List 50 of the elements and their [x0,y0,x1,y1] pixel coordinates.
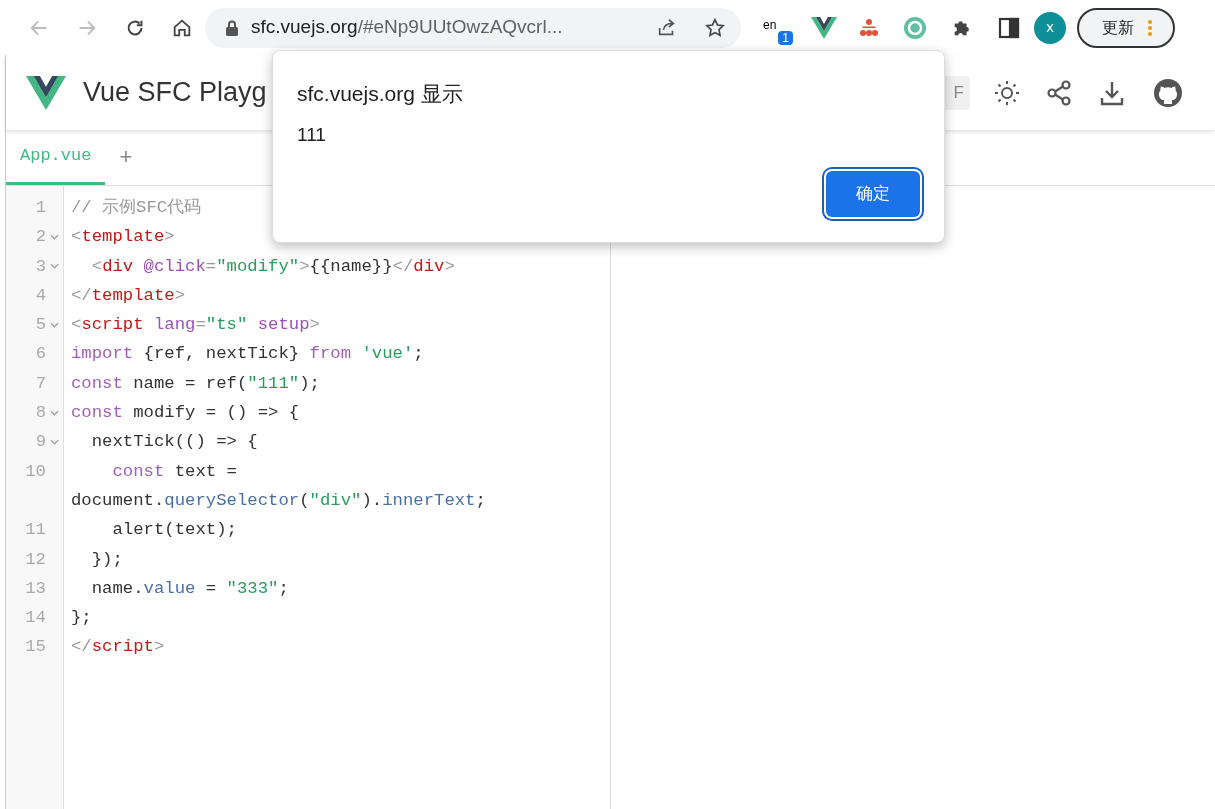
code-line: import {ref, nextTick} from 'vue'; [71,343,424,366]
line-number: 10 [24,460,46,483]
code-line: const modify = () => { [71,402,300,425]
theme-sun-icon[interactable] [994,79,1020,106]
code-line: const text = [111,460,237,483]
code-line: <div @click="modify">{{name}}</div> [90,255,455,278]
code-line: // 示例SFC代码 [71,197,202,219]
code-line: }; [71,607,92,630]
line-number: 14 [24,607,46,630]
vue-logo-icon[interactable] [811,16,837,39]
app-title: Vue SFC Playg [83,76,267,110]
code-line: const name = ref("111"); [71,372,320,395]
network-icon[interactable] [859,17,879,38]
download-icon[interactable] [1100,79,1124,106]
profile-avatar[interactable]: x [1034,11,1066,44]
code-line: </template> [71,284,186,307]
line-number: 2 [34,226,46,249]
code-line: <script lang="ts" setup> [71,314,320,337]
code-line: <template> [71,226,175,249]
code-line: </script> [71,636,165,659]
lock-icon[interactable] [225,19,239,36]
more-icon [1148,19,1152,36]
line-number: 15 [24,636,46,659]
line-number: 9 [34,431,46,454]
dialog-message: 111 [297,123,326,147]
line-number: 3 [34,255,46,278]
line-number: 6 [34,343,46,366]
line-number: 13 [24,577,46,600]
code-line: document.querySelector("div").innerText; [71,489,486,512]
line-number: 12 [24,548,46,571]
sidebar-icon[interactable] [998,16,1020,39]
update-button[interactable]: 更新 [1077,7,1175,48]
url-text[interactable]: sfc.vuejs.org/#eNp9UUtOwzAQvcrl... [251,13,563,42]
vue-logo [26,74,66,111]
line-number: 8 [34,402,46,425]
line-number: 7 [34,372,46,395]
github-icon[interactable] [1154,78,1182,107]
address-bar[interactable]: sfc.vuejs.org/#eNp9UUtOwzAQvcrl... [205,7,741,48]
code-line: nextTick(() => { [90,431,258,454]
code-line: }); [90,548,123,571]
line-number: 1 [34,197,46,219]
dialog-title: sfc.vuejs.org 显示 [297,81,463,107]
line-number: 4 [34,284,46,307]
share-icon[interactable] [1046,79,1072,106]
add-tab-button[interactable]: + [105,130,147,185]
line-number: 5 [34,314,46,337]
code-line: name.value = "333"; [90,577,289,600]
code-line: alert(text); [111,519,237,542]
line-number: 11 [24,519,46,542]
star-icon[interactable] [704,16,726,39]
